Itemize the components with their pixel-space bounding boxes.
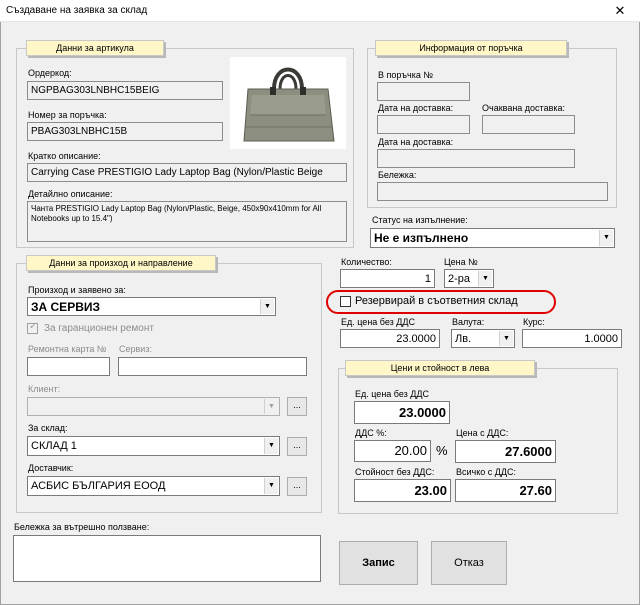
detail-desc-label: Детайлно описание: bbox=[28, 189, 113, 199]
price-no-select[interactable]: 2-ра ▼ bbox=[444, 269, 494, 288]
rate-input[interactable]: 1.0000 bbox=[522, 329, 622, 348]
origin-select[interactable]: ЗА СЕРВИЗ ▼ bbox=[27, 297, 276, 316]
note-label: Бележка: bbox=[378, 170, 417, 180]
warehouse-select[interactable]: СКЛАД 1 ▼ bbox=[27, 436, 280, 456]
supplier-select[interactable]: АСБИС БЪЛГАРИЯ ЕООД ▼ bbox=[27, 476, 280, 496]
quantity-label: Количество: bbox=[341, 257, 392, 267]
price-with-vat-label: Цена с ДДС: bbox=[456, 428, 509, 438]
internal-note-input[interactable] bbox=[13, 535, 321, 582]
ordercode-label: Ордеркод: bbox=[28, 68, 72, 78]
warranty-label: За гаранционен ремонт bbox=[44, 323, 154, 334]
currency-select[interactable]: Лв. ▼ bbox=[451, 329, 515, 348]
prices-header: Цени и стойност в лева bbox=[345, 360, 535, 376]
supplier-label: Доставчик: bbox=[28, 463, 74, 473]
client-select[interactable]: ▼ bbox=[27, 397, 280, 416]
check-icon: ✓ bbox=[29, 321, 38, 332]
chevron-down-icon[interactable]: ▼ bbox=[599, 230, 613, 246]
cancel-button[interactable]: Отказ bbox=[431, 541, 507, 585]
laptop-bag-image bbox=[230, 57, 346, 149]
price-unit-field: 23.0000 bbox=[354, 401, 450, 424]
vat-label: ДДС %: bbox=[355, 428, 387, 438]
chevron-down-icon[interactable]: ▼ bbox=[260, 299, 274, 314]
delivery-date-label: Дата на доставка: bbox=[378, 103, 454, 113]
reserve-label: Резервирай в съответния склад bbox=[355, 295, 518, 307]
supplier-browse-button[interactable]: ... bbox=[287, 477, 307, 496]
client-label: Клиент: bbox=[28, 384, 61, 394]
save-button[interactable]: Запис bbox=[339, 541, 418, 585]
warehouse-label: За склад: bbox=[28, 423, 68, 433]
total-with-vat-field: 27.60 bbox=[455, 479, 556, 502]
note-field bbox=[377, 182, 608, 201]
total-with-vat-label: Всичко с ДДС: bbox=[456, 467, 516, 477]
rate-label: Курс: bbox=[523, 317, 545, 327]
delivery-date2-label: Дата на доставка: bbox=[378, 137, 454, 147]
origin-header: Данни за произход и направление bbox=[26, 255, 216, 271]
supplier-value: АСБИС БЪЛГАРИЯ ЕООД bbox=[31, 480, 166, 492]
unit-price-input[interactable]: 23.0000 bbox=[340, 329, 440, 348]
window-title: Създаване на заявка за склад bbox=[6, 5, 148, 16]
chevron-down-icon[interactable]: ▼ bbox=[264, 478, 278, 494]
status-label: Статус на изпълнение: bbox=[372, 215, 468, 225]
delivery-date2-field bbox=[377, 149, 575, 168]
in-order-label: В поръчка № bbox=[378, 70, 433, 80]
warranty-checkbox[interactable]: ✓ bbox=[27, 321, 38, 334]
ordercode-field: NGPBAG303LNBHC15BEIG bbox=[27, 81, 223, 100]
warehouse-value: СКЛАД 1 bbox=[31, 440, 77, 452]
origin-label: Произход и заявено за: bbox=[28, 285, 126, 295]
currency-value: Лв. bbox=[455, 333, 472, 345]
price-no-value: 2-ра bbox=[448, 273, 471, 285]
total-no-vat-label: Стойност без ДДС: bbox=[355, 467, 435, 477]
percent-sign: % bbox=[436, 443, 448, 458]
repair-card-label: Ремонтна карта № bbox=[28, 344, 107, 354]
title-bar: Създаване на заявка за склад ✕ bbox=[0, 0, 640, 22]
short-desc-label: Кратко описание: bbox=[28, 151, 101, 161]
detail-desc-field: Чанта PRESTIGIO Lady Laptop Bag (Nylon/P… bbox=[27, 201, 347, 242]
cancel-button-label: Отказ bbox=[454, 557, 484, 569]
internal-note-label: Бележка за вътрешно ползване: bbox=[14, 522, 150, 532]
price-with-vat-field: 27.6000 bbox=[455, 440, 556, 463]
origin-value: ЗА СЕРВИЗ bbox=[31, 300, 100, 314]
save-button-label: Запис bbox=[362, 557, 395, 569]
order-number-field: PBAG303LNBHC15B bbox=[27, 122, 223, 141]
client-browse-button[interactable]: ... bbox=[287, 397, 307, 416]
service-input[interactable] bbox=[118, 357, 307, 376]
price-no-label: Цена № bbox=[444, 257, 478, 267]
reserve-checkbox[interactable] bbox=[340, 296, 351, 307]
chevron-down-icon[interactable]: ▼ bbox=[264, 399, 278, 414]
order-info-header: Информация от поръчка bbox=[375, 40, 567, 56]
unit-price-label: Ед. цена без ДДС bbox=[341, 317, 415, 327]
price-unit-label: Ед. цена без ДДС bbox=[355, 389, 429, 399]
quantity-input[interactable]: 1 bbox=[340, 269, 435, 288]
delivery-date-field bbox=[377, 115, 470, 134]
status-value: Не е изпълнено bbox=[374, 231, 469, 245]
in-order-field bbox=[377, 82, 470, 101]
order-number-label: Номер за поръчка: bbox=[28, 110, 107, 120]
chevron-down-icon[interactable]: ▼ bbox=[478, 271, 492, 286]
total-no-vat-field: 23.00 bbox=[354, 479, 451, 502]
article-header: Данни за артикула bbox=[26, 40, 164, 56]
service-label: Сервиз: bbox=[119, 344, 152, 354]
status-select[interactable]: Не е изпълнено ▼ bbox=[370, 228, 615, 248]
chevron-down-icon[interactable]: ▼ bbox=[264, 438, 278, 454]
close-icon[interactable]: ✕ bbox=[600, 0, 640, 22]
chevron-down-icon[interactable]: ▼ bbox=[499, 331, 513, 346]
warehouse-browse-button[interactable]: ... bbox=[287, 437, 307, 456]
expected-delivery-field bbox=[482, 115, 575, 134]
short-desc-field: Carrying Case PRESTIGIO Lady Laptop Bag … bbox=[27, 163, 347, 182]
expected-delivery-label: Очаквана доставка: bbox=[482, 103, 565, 113]
repair-card-input[interactable] bbox=[27, 357, 110, 376]
currency-label: Валута: bbox=[452, 317, 485, 327]
vat-field: 20.00 bbox=[354, 440, 431, 462]
